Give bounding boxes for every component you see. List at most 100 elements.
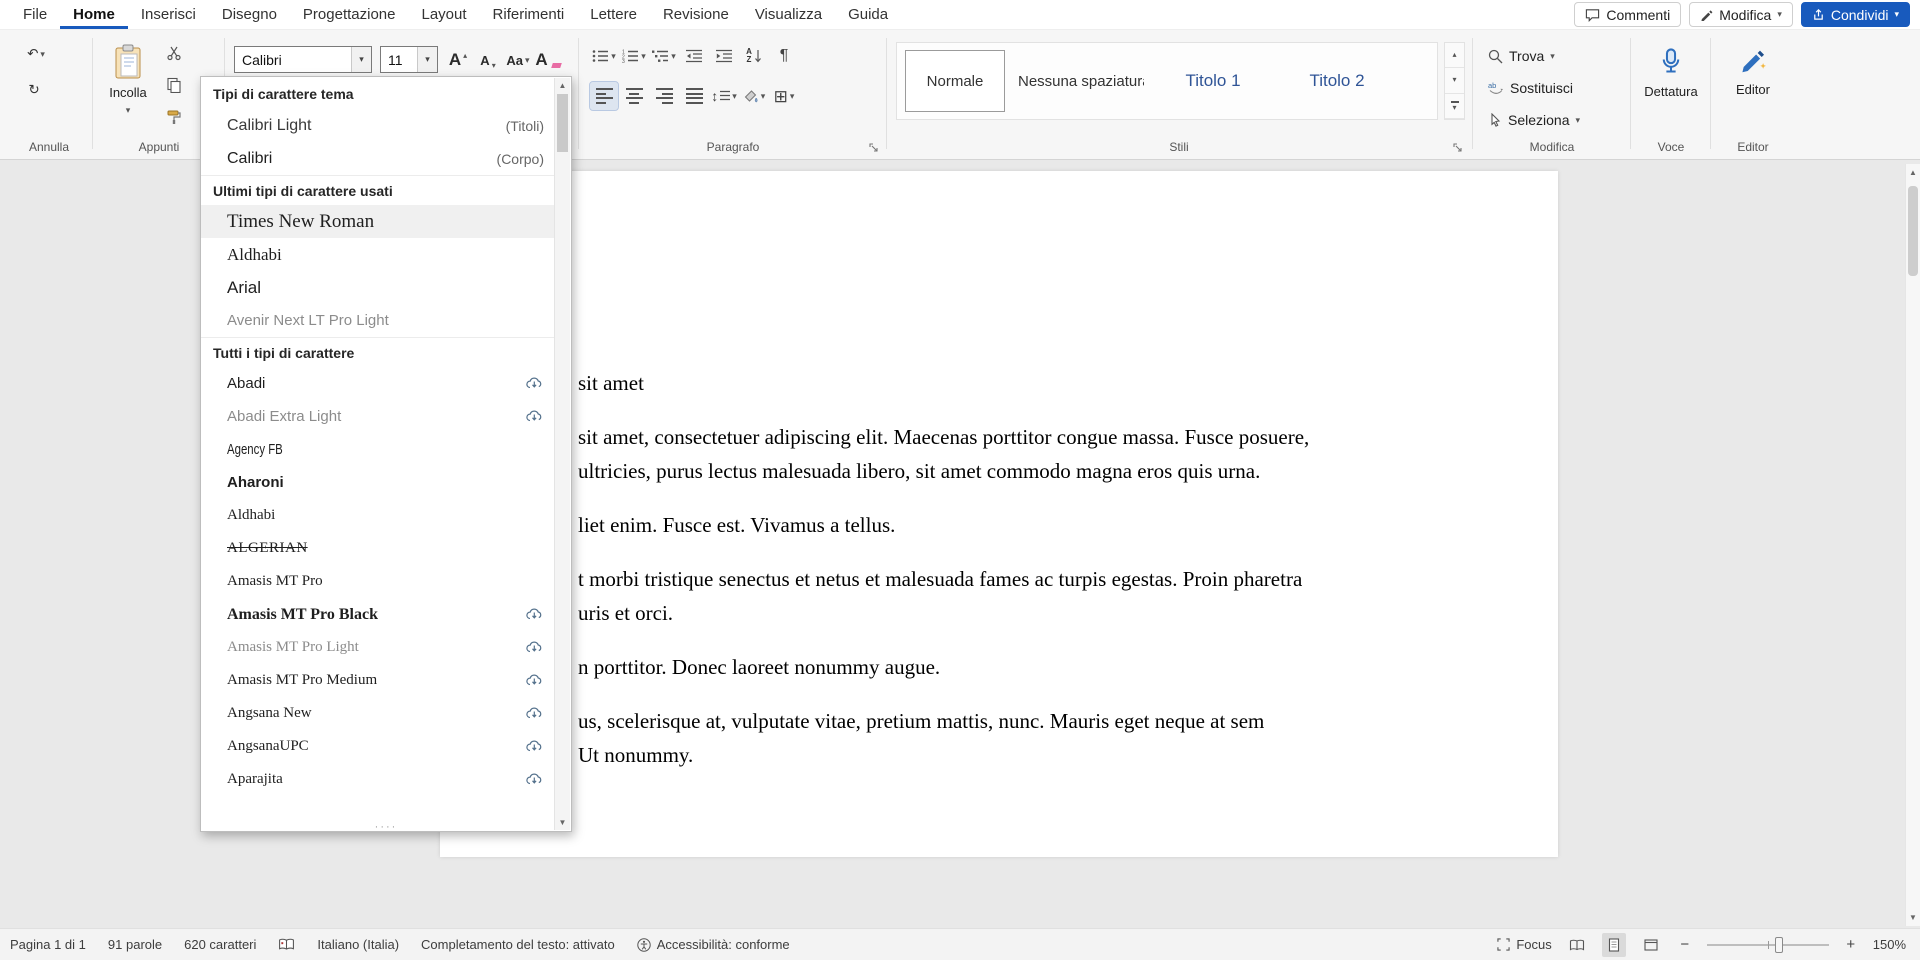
styles-dialog-launcher[interactable]: [1451, 141, 1465, 155]
font-size-combo[interactable]: 11 ▾: [380, 46, 438, 73]
replace-button[interactable]: ab Sostituisci: [1488, 76, 1573, 100]
align-left-button[interactable]: [590, 82, 618, 110]
read-mode-button[interactable]: [1565, 933, 1589, 957]
zoom-out-button[interactable]: −: [1676, 936, 1694, 953]
comments-button[interactable]: Commenti: [1574, 2, 1681, 27]
shrink-font-button[interactable]: A▾: [474, 46, 502, 74]
font-option[interactable]: Angsana New: [201, 697, 554, 730]
redo-button[interactable]: ↻: [20, 76, 48, 104]
menu-tab[interactable]: Lettere: [577, 0, 650, 29]
clear-formatting-button[interactable]: A: [534, 46, 562, 74]
style-item[interactable]: Nessuna spaziatura: [1017, 50, 1145, 112]
font-option[interactable]: Amasis MT Pro Light: [201, 631, 554, 664]
dropdown-scrollbar[interactable]: ▲ ▼: [554, 78, 570, 830]
focus-mode-button[interactable]: Focus: [1497, 937, 1551, 952]
scroll-up-icon[interactable]: ▲: [555, 81, 570, 90]
shading-button[interactable]: ▾: [740, 82, 768, 110]
font-option[interactable]: Amasis MT Pro Medium: [201, 664, 554, 697]
line-spacing-button[interactable]: ↕ ▾: [710, 82, 738, 110]
font-option[interactable]: AngsanaUPC: [201, 730, 554, 763]
font-option[interactable]: Aharoni: [201, 466, 554, 499]
menu-tab[interactable]: Guida: [835, 0, 901, 29]
font-option[interactable]: Calibri Light (Titoli): [201, 109, 554, 142]
menu-tab[interactable]: Visualizza: [742, 0, 835, 29]
style-item[interactable]: Titolo 1: [1157, 50, 1269, 112]
select-button[interactable]: Seleziona ▾: [1488, 108, 1580, 132]
share-button[interactable]: Condividi ▾: [1801, 2, 1910, 27]
font-option[interactable]: Times New Roman: [201, 205, 554, 238]
zoom-slider-thumb[interactable]: [1775, 937, 1783, 953]
accessibility-status[interactable]: Accessibilità: conforme: [637, 937, 790, 952]
gallery-down-button[interactable]: ▾: [1445, 68, 1464, 93]
gallery-more-button[interactable]: ▾: [1445, 94, 1464, 119]
justify-button[interactable]: [680, 82, 708, 110]
change-case-button[interactable]: Aa▾: [504, 46, 532, 74]
menu-tab[interactable]: Inserisci: [128, 0, 209, 29]
multilevel-list-button[interactable]: ▾: [650, 42, 678, 70]
font-option[interactable]: Amasis MT Pro: [201, 565, 554, 598]
proofing-status[interactable]: [278, 938, 295, 951]
menu-tab[interactable]: Layout: [409, 0, 480, 29]
scroll-down-icon[interactable]: ▼: [1906, 913, 1920, 922]
font-option[interactable]: Avenir Next LT Pro Light: [201, 304, 554, 337]
menu-tab[interactable]: Revisione: [650, 0, 742, 29]
font-option[interactable]: Amasis MT Pro Black: [201, 598, 554, 631]
align-right-button[interactable]: [650, 82, 678, 110]
zoom-slider[interactable]: [1707, 944, 1829, 946]
find-button[interactable]: Trova ▾: [1488, 44, 1555, 68]
font-option[interactable]: Agency FB: [201, 433, 554, 466]
char-count[interactable]: 620 caratteri: [184, 937, 256, 952]
grow-font-button[interactable]: A▴: [444, 46, 472, 74]
gallery-up-button[interactable]: ▴: [1445, 43, 1464, 68]
paste-button[interactable]: Incolla ▾: [100, 38, 156, 140]
menu-tab[interactable]: Riferimenti: [480, 0, 578, 29]
print-layout-button[interactable]: [1602, 933, 1626, 957]
numbering-button[interactable]: 123 ▾: [620, 42, 648, 70]
font-option[interactable]: Aldhabi: [201, 499, 554, 532]
scroll-down-icon[interactable]: ▼: [555, 818, 570, 827]
scrollbar-thumb[interactable]: [557, 94, 568, 152]
menu-tab[interactable]: Home: [60, 0, 128, 29]
borders-button[interactable]: ⊞ ▾: [770, 82, 798, 110]
editing-mode-button[interactable]: Modifica ▾: [1689, 2, 1793, 27]
scroll-up-icon[interactable]: ▲: [1906, 168, 1920, 177]
document-text[interactable]: sit amet sit amet, consectetuer adipisci…: [578, 366, 1309, 772]
menu-tab[interactable]: Progettazione: [290, 0, 409, 29]
language-status[interactable]: Italiano (Italia): [317, 937, 399, 952]
chevron-down-icon[interactable]: ▾: [417, 47, 437, 72]
sort-button[interactable]: AZ: [740, 42, 768, 70]
font-name-combo[interactable]: Calibri ▾: [234, 46, 372, 73]
font-option[interactable]: Aldhabi: [201, 238, 554, 271]
zoom-in-button[interactable]: +: [1842, 936, 1860, 953]
copy-button[interactable]: [162, 74, 186, 96]
align-center-button[interactable]: [620, 82, 648, 110]
bullets-button[interactable]: ▾: [590, 42, 618, 70]
font-option[interactable]: Aparajita: [201, 763, 554, 796]
font-option[interactable]: ALGERIAN: [201, 532, 554, 565]
style-item[interactable]: Normale: [905, 50, 1005, 112]
word-count[interactable]: 91 parole: [108, 937, 162, 952]
scrollbar-thumb[interactable]: [1908, 186, 1918, 276]
font-option[interactable]: Arial: [201, 271, 554, 304]
menu-tab[interactable]: File: [10, 0, 60, 29]
style-item[interactable]: Titolo 2: [1281, 50, 1393, 112]
format-painter-button[interactable]: [162, 106, 186, 128]
menu-tab[interactable]: Disegno: [209, 0, 290, 29]
undo-button[interactable]: ↶▾: [22, 40, 50, 68]
font-option[interactable]: Abadi: [201, 367, 554, 400]
font-option[interactable]: Calibri (Corpo): [201, 142, 554, 175]
chevron-down-icon[interactable]: ▾: [351, 47, 371, 72]
increase-indent-button[interactable]: [710, 42, 738, 70]
decrease-indent-button[interactable]: [680, 42, 708, 70]
editor-button[interactable]: Editor: [1714, 40, 1792, 128]
dictate-button[interactable]: Dettatura: [1634, 40, 1708, 128]
page-count[interactable]: Pagina 1 di 1: [10, 937, 86, 952]
font-option[interactable]: Abadi Extra Light: [201, 400, 554, 433]
text-prediction-status[interactable]: Completamento del testo: attivato: [421, 937, 615, 952]
web-layout-button[interactable]: [1639, 933, 1663, 957]
document-scrollbar[interactable]: ▲ ▼: [1905, 164, 1920, 926]
paragraph-dialog-launcher[interactable]: [867, 141, 881, 155]
zoom-level[interactable]: 150%: [1873, 937, 1906, 952]
show-formatting-button[interactable]: ¶: [770, 42, 798, 70]
cut-button[interactable]: [162, 42, 186, 64]
